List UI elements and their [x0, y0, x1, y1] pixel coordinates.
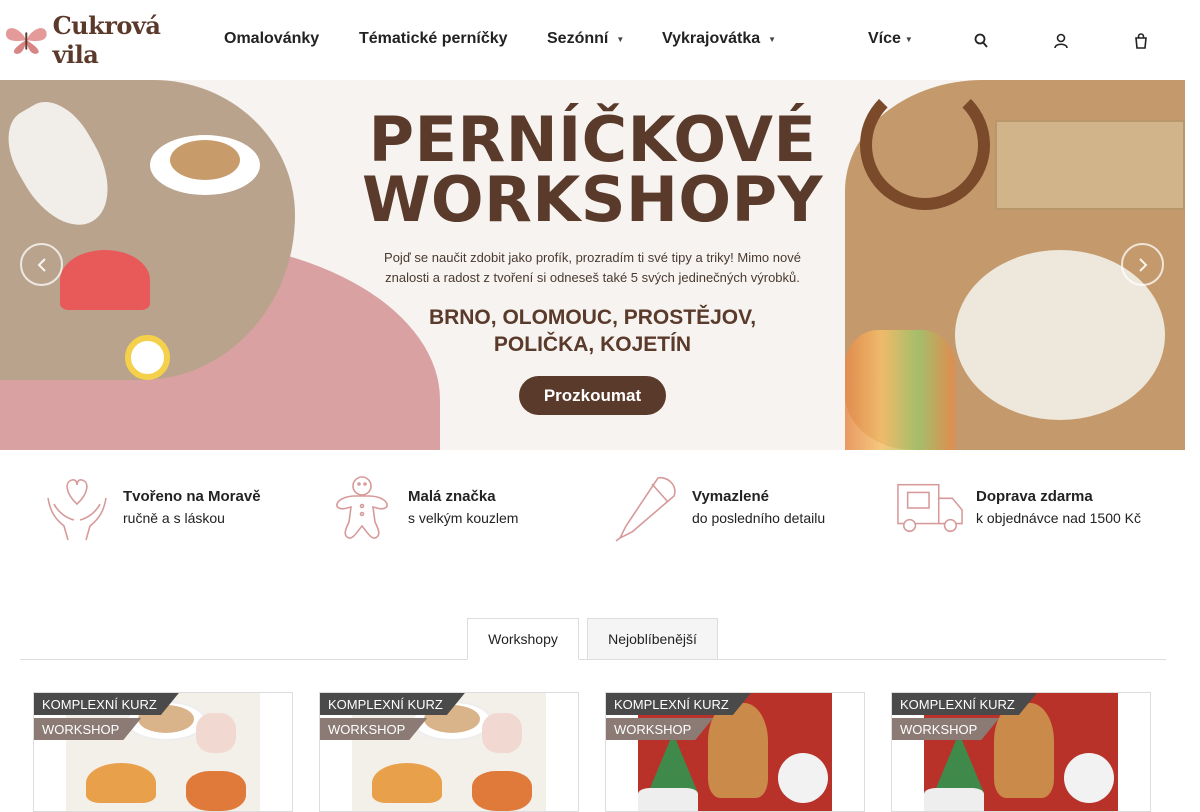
feature-description: do posledního detailu: [692, 510, 826, 526]
badge-komplexni-kurz: KOMPLEXNÍ KURZ: [320, 693, 465, 715]
feature-description: s velkým kouzlem: [408, 510, 519, 526]
carousel-prev-button[interactable]: [20, 243, 63, 286]
butterfly-icon: [5, 28, 47, 54]
nav-vykrajovatka[interactable]: Vykrajovátka ▼: [662, 30, 776, 48]
search-icon[interactable]: [973, 32, 989, 50]
cookie-box-image: [995, 120, 1185, 210]
brand-name: Cukrová vila: [52, 11, 161, 69]
chevron-down-icon: ▼: [768, 34, 777, 44]
flower-cookie-image: [125, 335, 170, 380]
feature-description: k objednávce nad 1500 Kč: [976, 510, 1142, 526]
chevron-down-icon: ▼: [904, 34, 913, 44]
feature-item: Tvořeno na Moravě ručně a s láskou: [43, 472, 261, 544]
nav-label: Sezónní: [547, 30, 609, 47]
feature-title: Tvořeno na Moravě: [123, 488, 261, 505]
hero-title: PERNÍČKOVÉ WORKSHOPY: [330, 103, 855, 236]
heart-hands-icon: [43, 474, 111, 542]
hero-cities: BRNO, OLOMOUC, PROSTĚJOV, POLIČKA, KOJET…: [380, 304, 805, 358]
brand-logo[interactable]: Cukrová vila: [4, 11, 209, 69]
badge-workshop: WORKSHOP: [892, 718, 999, 740]
delivery-truck-icon: [896, 474, 964, 542]
hero-subtitle-line2: znalosti a radost z tvoření si odneseš t…: [385, 270, 800, 285]
feature-text: Tvořeno na Moravě ručně a s láskou: [123, 487, 261, 529]
nav-sezonni[interactable]: Sezónní ▼: [547, 30, 624, 48]
badge-komplexni-kurz: KOMPLEXNÍ KURZ: [892, 693, 1037, 715]
chevron-down-icon: ▼: [616, 34, 625, 44]
site-header: Cukrová vila Omalovánky Tématické perníč…: [0, 0, 1200, 80]
feature-text: Malá značka s velkým kouzlem: [408, 487, 518, 529]
feature-description: ručně a s láskou: [123, 510, 225, 526]
feature-title: Malá značka: [408, 488, 496, 505]
feature-item: Doprava zdarma k objednávce nad 1500 Kč: [896, 472, 1141, 544]
hero-banner[interactable]: PERNÍČKOVÉ WORKSHOPY Pojď se naučit zdob…: [0, 80, 1185, 450]
nav-vice[interactable]: Více ▼: [868, 30, 913, 48]
nav-tematicke-pernicky[interactable]: Tématické perníčky: [359, 30, 508, 48]
carousel-next-button[interactable]: [1121, 243, 1164, 286]
feature-item: Malá značka s velkým kouzlem: [328, 472, 518, 544]
badge-workshop: WORKSHOP: [34, 718, 141, 740]
product-card[interactable]: KOMPLEXNÍ KURZ WORKSHOP: [605, 692, 865, 812]
swirl-decoration: [860, 80, 990, 210]
product-card[interactable]: KOMPLEXNÍ KURZ WORKSHOP: [33, 692, 293, 812]
hero-title-line2: WORKSHOPY: [362, 163, 823, 236]
feature-title: Vymazlené: [692, 488, 769, 505]
coffee-image: [170, 140, 240, 180]
watermelon-cookie-image: [60, 250, 150, 310]
hero-cities-line1: BRNO, OLOMOUC, PROSTĚJOV,: [428, 306, 757, 329]
feature-item: Vymazlené do posledního detailu: [612, 472, 825, 544]
badge-komplexni-kurz: KOMPLEXNÍ KURZ: [606, 693, 751, 715]
hero-cities-line2: POLIČKA, KOJETÍN: [493, 333, 692, 356]
feature-text: Vymazlené do posledního detailu: [692, 487, 825, 529]
tab-nejoblibenejsi[interactable]: Nejoblíbenější: [587, 618, 718, 660]
hero-subtitle: Pojď se naučit zdobit jako profík, prozr…: [345, 248, 840, 288]
nav-label: Tématické perníčky: [359, 30, 508, 47]
hero-cta-button[interactable]: Prozkoumat: [519, 376, 666, 415]
nav-label: Více: [868, 30, 901, 47]
product-card[interactable]: KOMPLEXNÍ KURZ WORKSHOP: [319, 692, 579, 812]
chevron-left-icon: [37, 257, 46, 272]
chevron-right-icon: [1138, 257, 1147, 272]
hero-subtitle-line1: Pojď se naučit zdobit jako profík, prozr…: [384, 250, 801, 265]
nav-label: Vykrajovátka: [662, 30, 761, 47]
badge-workshop: WORKSHOP: [606, 718, 713, 740]
feature-text: Doprava zdarma k objednávce nad 1500 Kč: [976, 487, 1141, 529]
gingerbread-man-icon: [328, 474, 396, 542]
badge-komplexni-kurz: KOMPLEXNÍ KURZ: [34, 693, 179, 715]
hero-title-line1: PERNÍČKOVÉ: [368, 103, 817, 176]
cart-icon[interactable]: [1133, 32, 1149, 50]
feature-title: Doprava zdarma: [976, 488, 1093, 505]
piping-bags-image: [845, 330, 955, 450]
product-card[interactable]: KOMPLEXNÍ KURZ WORKSHOP: [891, 692, 1151, 812]
tab-workshopy[interactable]: Workshopy: [467, 618, 579, 660]
user-icon[interactable]: [1053, 32, 1069, 50]
piping-bag-icon: [612, 474, 680, 542]
badge-workshop: WORKSHOP: [320, 718, 427, 740]
nav-omalovanky[interactable]: Omalovánky: [224, 30, 319, 48]
piping-bag-image: [0, 88, 128, 242]
nav-label: Omalovánky: [224, 30, 320, 47]
